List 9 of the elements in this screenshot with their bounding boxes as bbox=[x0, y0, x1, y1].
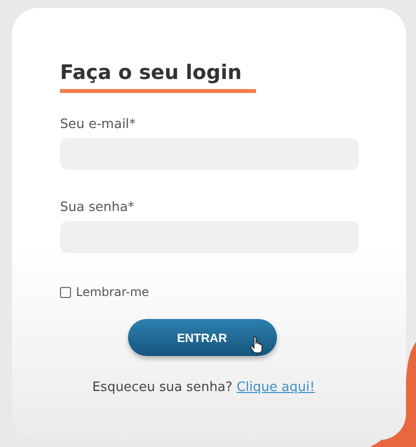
link[interactable]: Clique aqui! bbox=[236, 380, 315, 395]
form-title: Faça o seu login bbox=[60, 60, 242, 84]
field-label: Seu e-mail* bbox=[60, 117, 136, 132]
hand-cursor-icon bbox=[250, 336, 264, 354]
submit-button[interactable]: ENTRAR bbox=[128, 319, 276, 356]
checkbox[interactable] bbox=[60, 286, 71, 298]
checkbox-label: Lembrar-me bbox=[76, 285, 150, 299]
forgot-password-text: Esqueceu sua senha? Clique aqui! bbox=[92, 380, 315, 395]
field-label: Sua senha* bbox=[60, 200, 134, 215]
